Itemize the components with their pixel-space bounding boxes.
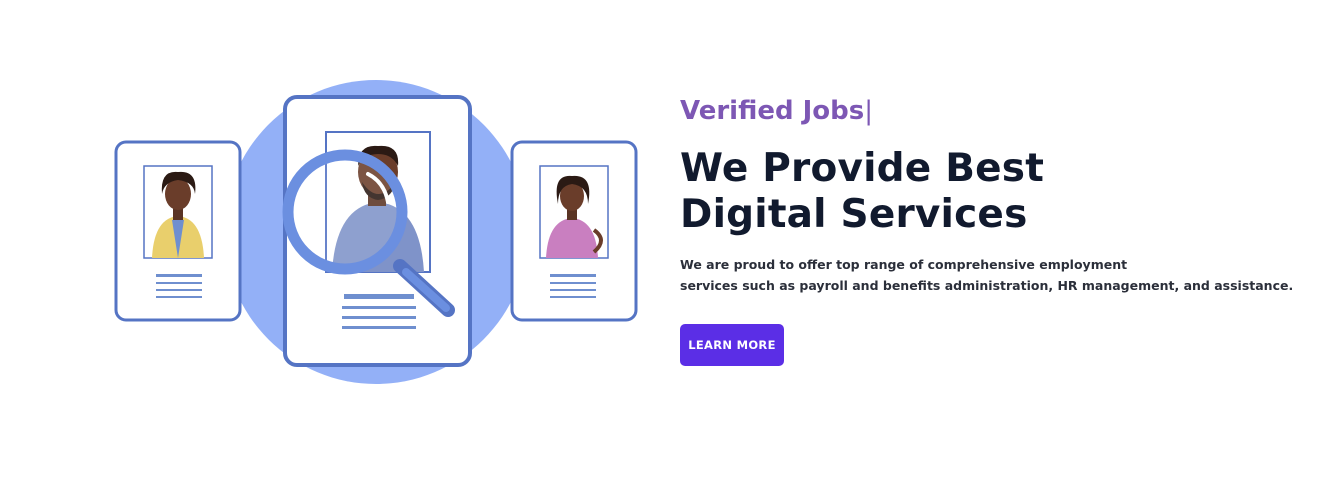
headline-line-2: Digital Services [680,192,1028,237]
eyebrow-text: Verified Jobs [680,96,865,126]
candidate-card-right [510,140,638,322]
candidate-card-left [114,140,242,322]
hero-headline: We Provide Best Digital Services [680,146,1300,238]
hero-description: We are proud to offer top range of compr… [680,254,1300,296]
description-line-1: We are proud to offer top range of compr… [680,257,1128,272]
learn-more-button[interactable]: LEARN MORE [680,324,784,366]
typing-cursor: | [864,96,874,126]
hero-content: Verified Jobs| We Provide Best Digital S… [680,94,1300,366]
hero-illustration [100,70,660,400]
headline-line-1: We Provide Best [680,146,1045,191]
typing-eyebrow: Verified Jobs| [680,94,1300,128]
description-line-2: services such as payroll and benefits ad… [680,278,1294,293]
candidate-search-illustration [114,80,638,384]
